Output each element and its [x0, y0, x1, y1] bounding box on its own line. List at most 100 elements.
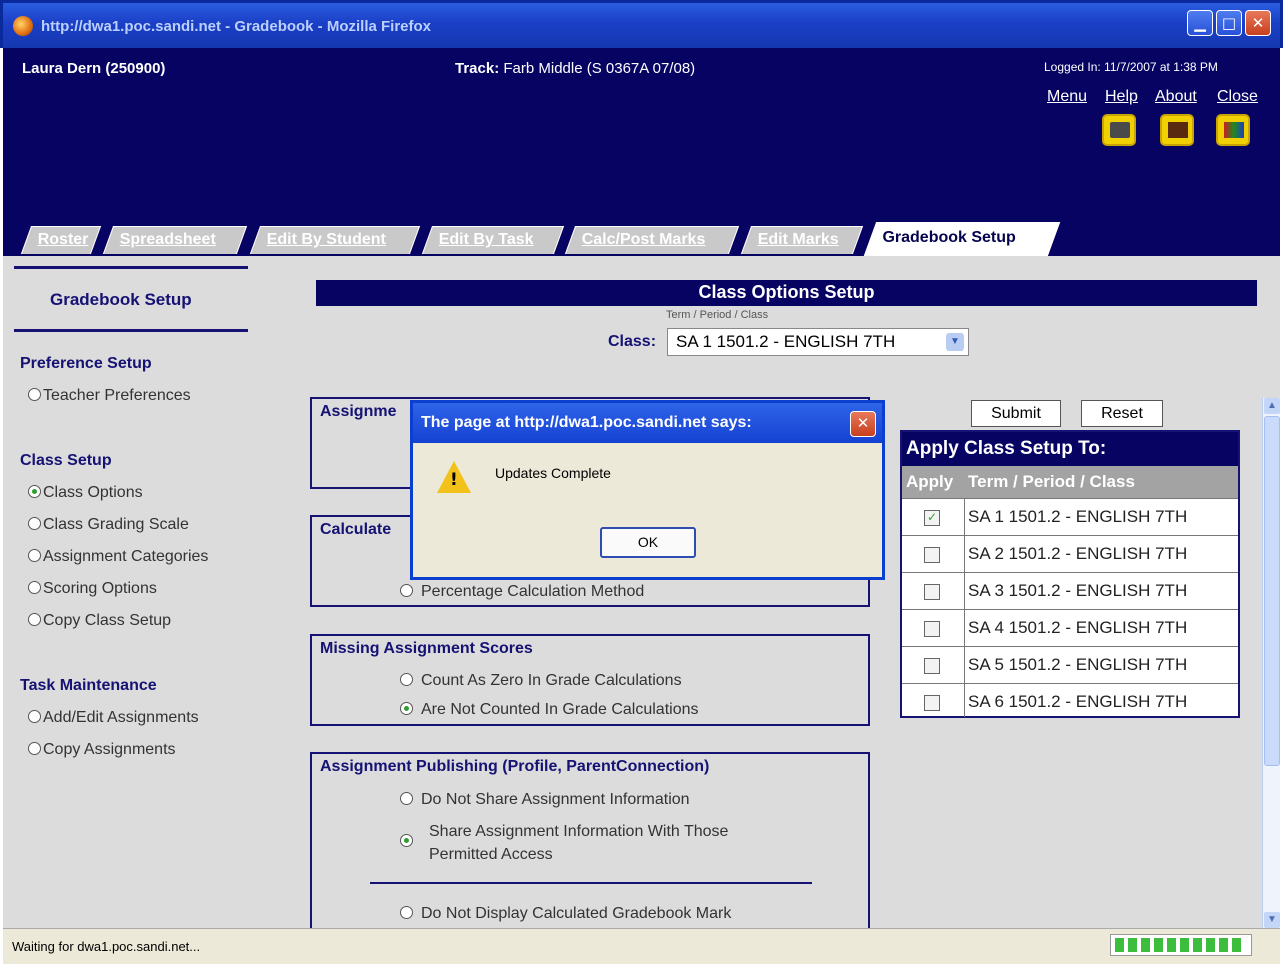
user-name: Laura Dern (250900)	[22, 60, 166, 77]
nav-item-add-edit-assignments[interactable]: Add/Edit Assignments	[28, 709, 199, 727]
radio-selected-icon[interactable]	[400, 834, 413, 847]
about-link[interactable]: About	[1155, 88, 1197, 106]
progress-segment	[1115, 938, 1124, 952]
tab-roster[interactable]: Roster	[20, 226, 102, 254]
apply-class-setup-panel: Apply Class Setup To: Apply Term / Perio…	[900, 430, 1240, 718]
radio-selected-icon[interactable]	[400, 702, 413, 715]
row-label: SA 1 1501.2 - ENGLISH 7TH	[968, 507, 1188, 526]
submit-button[interactable]: Submit	[971, 400, 1061, 427]
radio-icon[interactable]	[28, 549, 41, 562]
scroll-down-icon[interactable]: ▼	[1264, 912, 1280, 928]
progress-segment	[1206, 938, 1215, 952]
radio-icon[interactable]	[400, 906, 413, 919]
radio-icon[interactable]	[28, 613, 41, 626]
logged-in-info: Logged In: 11/7/2007 at 1:38 PM	[1044, 60, 1218, 74]
apply-checkbox[interactable]	[924, 658, 940, 674]
tab-spreadsheet[interactable]: Spreadsheet	[102, 226, 248, 254]
row-label: SA 4 1501.2 - ENGLISH 7TH	[968, 618, 1188, 637]
track-info: Track: Farb Middle (S 0367A 07/08)	[455, 60, 695, 77]
section-title: Class Options Setup	[316, 280, 1257, 306]
group-title: Assignme	[320, 403, 397, 420]
nav-title: Gradebook Setup	[50, 290, 192, 309]
reset-button[interactable]: Reset	[1081, 400, 1163, 427]
radio-icon[interactable]	[28, 388, 41, 401]
progress-segment	[1193, 938, 1202, 952]
radio-selected-icon[interactable]	[28, 485, 41, 498]
progress-segment	[1154, 938, 1163, 952]
window-titlebar[interactable]: http://dwa1.poc.sandi.net - Gradebook - …	[0, 0, 1283, 48]
table-row: SA 2 1501.2 - ENGLISH 7TH	[902, 535, 1238, 573]
nav-item-teacher-preferences[interactable]: Teacher Preferences	[28, 387, 191, 405]
dialog-title[interactable]: The page at http://dwa1.poc.sandi.net sa…	[413, 403, 882, 443]
apply-checkbox[interactable]	[924, 621, 940, 637]
progress-segment	[1141, 938, 1150, 952]
scroll-up-icon[interactable]: ▲	[1264, 398, 1280, 414]
maximize-button[interactable]: □	[1216, 10, 1242, 36]
radio-icon[interactable]	[28, 742, 41, 755]
nav-divider	[14, 266, 248, 269]
radio-icon[interactable]	[28, 517, 41, 530]
report-icon[interactable]	[1216, 114, 1250, 146]
group-title: Assignment Publishing (Profile, ParentCo…	[320, 758, 710, 775]
scroll-thumb[interactable]	[1264, 416, 1280, 766]
help-link[interactable]: Help	[1105, 88, 1138, 106]
tab-calc-post-marks[interactable]: Calc/Post Marks	[564, 226, 740, 254]
apply-checkbox[interactable]	[924, 584, 940, 600]
table-row: SA 5 1501.2 - ENGLISH 7TH	[902, 646, 1238, 684]
radio-icon[interactable]	[400, 584, 413, 597]
close-link[interactable]: Close	[1217, 88, 1258, 106]
print-icon[interactable]	[1102, 114, 1136, 146]
dialog-close-button[interactable]: ✕	[850, 411, 876, 437]
progress-segment	[1167, 938, 1176, 952]
table-row: SA 6 1501.2 - ENGLISH 7TH	[902, 683, 1238, 717]
class-select[interactable]: SA 1 1501.2 - ENGLISH 7TH ▼	[667, 328, 969, 356]
track-label: Track:	[455, 60, 500, 77]
apply-checkbox[interactable]	[924, 547, 940, 563]
nav-item-assignment-categories[interactable]: Assignment Categories	[28, 548, 208, 566]
tab-edit-by-task[interactable]: Edit By Task	[421, 226, 565, 254]
tab-edit-marks[interactable]: Edit Marks	[740, 226, 864, 254]
option-count-as-zero[interactable]: Count As Zero In Grade Calculations	[400, 672, 682, 690]
radio-icon[interactable]	[28, 710, 41, 723]
apply-table-header: Apply Term / Period / Class	[902, 466, 1238, 498]
option-not-counted[interactable]: Are Not Counted In Grade Calculations	[400, 701, 698, 719]
column-term-period-class: Term / Period / Class	[968, 472, 1135, 491]
window-close-button[interactable]: ✕	[1245, 10, 1271, 36]
chevron-down-icon[interactable]: ▼	[946, 333, 964, 351]
alert-dialog: The page at http://dwa1.poc.sandi.net sa…	[410, 400, 885, 580]
option-do-not-display-mark[interactable]: Do Not Display Calculated Gradebook Mark	[400, 905, 731, 923]
minimize-button[interactable]: ▁	[1187, 10, 1213, 36]
radio-icon[interactable]	[400, 792, 413, 805]
table-row: SA 3 1501.2 - ENGLISH 7TH	[902, 572, 1238, 610]
menu-link[interactable]: Menu	[1047, 88, 1087, 106]
progress-segment	[1219, 938, 1228, 952]
nav-heading-class-setup: Class Setup	[20, 452, 112, 469]
vertical-scrollbar[interactable]: ▲ ▼	[1262, 398, 1280, 928]
tab-gradebook-setup[interactable]: Gradebook Setup	[863, 222, 1061, 256]
radio-icon[interactable]	[28, 581, 41, 594]
group-divider	[370, 882, 812, 884]
option-share-permitted[interactable]: Share Assignment Information With Those P…	[400, 820, 728, 866]
gradebook-icon[interactable]	[1160, 114, 1194, 146]
nav-heading-preference-setup: Preference Setup	[20, 355, 152, 372]
option-percentage-calculation[interactable]: Percentage Calculation Method	[400, 583, 644, 601]
nav-item-class-options[interactable]: Class Options	[28, 484, 143, 502]
tab-edit-by-student[interactable]: Edit By Student	[249, 226, 421, 254]
apply-checkbox[interactable]	[924, 695, 940, 711]
nav-item-scoring-options[interactable]: Scoring Options	[28, 580, 157, 598]
nav-item-copy-assignments[interactable]: Copy Assignments	[28, 741, 176, 759]
ok-button[interactable]: OK	[600, 527, 696, 558]
progress-segment	[1180, 938, 1189, 952]
progress-bar	[1110, 934, 1252, 956]
option-do-not-share[interactable]: Do Not Share Assignment Information	[400, 791, 690, 809]
table-row: ✓ SA 1 1501.2 - ENGLISH 7TH	[902, 498, 1238, 536]
radio-icon[interactable]	[400, 673, 413, 686]
nav-item-copy-class-setup[interactable]: Copy Class Setup	[28, 612, 171, 630]
nav-item-class-grading-scale[interactable]: Class Grading Scale	[28, 516, 189, 534]
row-label: SA 5 1501.2 - ENGLISH 7TH	[968, 655, 1188, 674]
apply-checkbox-checked[interactable]: ✓	[924, 510, 940, 526]
class-caption: Term / Period / Class	[666, 309, 769, 321]
group-title: Missing Assignment Scores	[320, 640, 533, 657]
progress-segment	[1232, 938, 1241, 952]
group-title: Calculate	[320, 521, 392, 538]
